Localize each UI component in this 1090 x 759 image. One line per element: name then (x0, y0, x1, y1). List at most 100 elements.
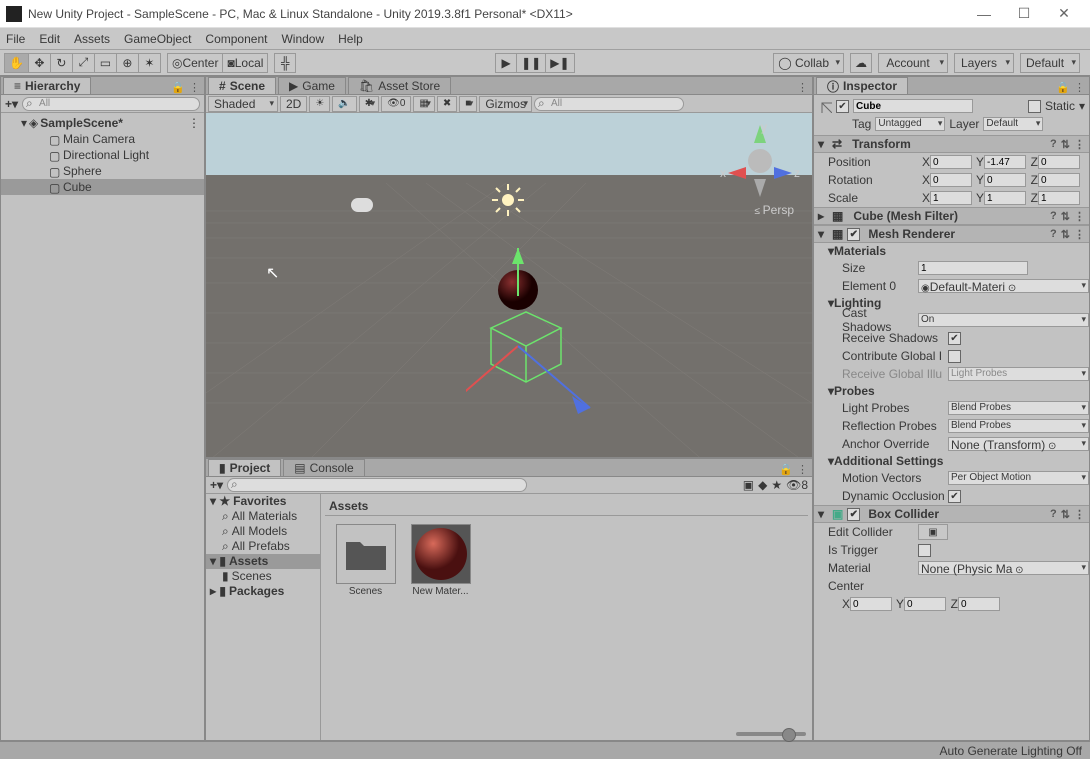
tab-game[interactable]: ▶Game (278, 77, 346, 94)
gizmos-dropdown[interactable]: Gizmos (479, 96, 532, 112)
hierarchy-item-selected[interactable]: ▢ Cube (1, 179, 204, 195)
asset-item-folder[interactable]: Scenes (333, 524, 398, 597)
tab-project[interactable]: ▮Project (208, 459, 281, 476)
hidden-toggle[interactable]: 👁0 (381, 96, 411, 112)
anchor-override-field[interactable]: None (Transform) ⊙ (948, 437, 1089, 451)
scl-z-input[interactable] (1038, 191, 1080, 205)
hidden-items-button[interactable]: 👁8 (786, 478, 808, 492)
projection-label[interactable]: ≤ Persp (754, 203, 794, 217)
camera-dropdown[interactable]: ■ (459, 96, 477, 112)
center-x-input[interactable] (850, 597, 892, 611)
hierarchy-item[interactable]: ▢ Main Camera (1, 131, 204, 147)
shading-mode-dropdown[interactable]: Shaded (208, 96, 278, 112)
pivot-local-button[interactable]: ◙Local (223, 53, 268, 73)
reflection-probes-dropdown[interactable]: Blend Probes (948, 419, 1089, 433)
pause-button[interactable]: ❚❚ (517, 53, 546, 73)
preset-icon[interactable]: ⇅ (1061, 508, 1070, 521)
rot-z-input[interactable] (1038, 173, 1080, 187)
gameobject-active-checkbox[interactable]: ✔ (836, 100, 849, 113)
search-by-type-button[interactable]: ▣ (743, 478, 754, 492)
menu-file[interactable]: File (6, 32, 25, 46)
inspector-menu-button[interactable]: ⋮ (1074, 81, 1085, 94)
rot-x-input[interactable] (930, 173, 972, 187)
menu-component[interactable]: Component (205, 32, 267, 46)
cast-shadows-dropdown[interactable]: On (918, 313, 1089, 327)
motion-vectors-dropdown[interactable]: Per Object Motion (948, 471, 1089, 485)
asset-item-material[interactable]: New Mater... (408, 524, 473, 597)
grid-size-slider[interactable] (736, 732, 806, 736)
component-menu-button[interactable]: ⋮ (1074, 508, 1085, 521)
lighting-toggle[interactable]: ☀ (309, 96, 330, 112)
tools-toggle[interactable]: ✖ (437, 96, 457, 112)
hierarchy-create-button[interactable]: +▾ (5, 97, 18, 111)
layer-dropdown[interactable]: Default (983, 117, 1043, 131)
foldout-icon[interactable]: ▾ (21, 116, 27, 130)
receive-shadows-checkbox[interactable]: ✔ (948, 332, 961, 345)
tab-asset-store[interactable]: 🛍Asset Store (348, 77, 451, 94)
help-icon[interactable]: ? (1050, 228, 1057, 241)
tab-inspector[interactable]: ⓘInspector (816, 77, 908, 94)
transform-tool-button[interactable]: ⊕ (117, 53, 139, 73)
menu-window[interactable]: Window (281, 32, 324, 46)
static-dropdown-icon[interactable]: ▾ (1079, 99, 1085, 113)
layout-dropdown[interactable]: Default (1020, 53, 1080, 73)
scl-y-input[interactable] (984, 191, 1026, 205)
light-probes-dropdown[interactable]: Blend Probes (948, 401, 1089, 415)
meshrenderer-component-header[interactable]: ▾▦ ✔ Mesh Renderer ?⇅⋮ (814, 225, 1089, 243)
pivot-center-button[interactable]: ◎Center (167, 53, 224, 73)
scene-menu-button[interactable]: ⋮ (797, 81, 808, 94)
contribute-gi-checkbox[interactable] (948, 350, 961, 363)
static-checkbox[interactable] (1028, 100, 1041, 113)
help-icon[interactable]: ? (1050, 508, 1057, 521)
grid-snap-button[interactable]: ╬ (274, 53, 296, 73)
project-create-button[interactable]: +▾ (210, 478, 223, 492)
project-search-input[interactable] (227, 478, 527, 492)
asset-folder-item[interactable]: ▮ Scenes (206, 569, 320, 584)
favorite-item[interactable]: ⌕ All Models (206, 524, 320, 539)
scene-viewport[interactable]: x y z ≤ Persp (206, 113, 812, 457)
preset-icon[interactable]: ⇅ (1061, 138, 1070, 151)
help-icon[interactable]: ? (1050, 138, 1057, 151)
preset-icon[interactable]: ⇅ (1061, 228, 1070, 241)
account-dropdown[interactable]: Account (878, 53, 948, 73)
preset-icon[interactable]: ⇅ (1061, 210, 1070, 223)
hierarchy-item[interactable]: ▢ Sphere (1, 163, 204, 179)
boxcollider-enabled-checkbox[interactable]: ✔ (847, 508, 860, 521)
help-icon[interactable]: ? (1050, 210, 1057, 223)
materials-size-input[interactable] (918, 261, 1028, 275)
is-trigger-checkbox[interactable] (918, 544, 931, 557)
tab-scene[interactable]: #Scene (208, 77, 276, 94)
packages-header[interactable]: ▸ ▮ Packages (206, 584, 320, 599)
inspector-lock-icon[interactable]: 🔒 (1056, 81, 1070, 94)
pos-x-input[interactable] (930, 155, 972, 169)
hierarchy-menu-button[interactable]: ⋮ (189, 81, 200, 94)
2d-toggle-button[interactable]: 2D (280, 96, 307, 112)
step-button[interactable]: ▶❚ (546, 53, 574, 73)
cloud-button[interactable]: ☁ (850, 53, 872, 73)
hand-tool-button[interactable]: ✋ (4, 53, 29, 73)
center-y-input[interactable] (904, 597, 946, 611)
save-search-button[interactable]: ★ (771, 478, 782, 492)
assets-header[interactable]: ▾ ▮ Assets (206, 554, 320, 569)
menu-edit[interactable]: Edit (39, 32, 60, 46)
transform-component-header[interactable]: ▾⇄ Transform ?⇅⋮ (814, 135, 1089, 153)
scale-tool-button[interactable]: ⤢ (73, 53, 95, 73)
fx-toggle[interactable]: ✱ (359, 96, 379, 112)
custom-tool-button[interactable]: ✶ (139, 53, 161, 73)
favorites-header[interactable]: ▾ ★ Favorites (206, 494, 320, 509)
rect-tool-button[interactable]: ▭ (95, 53, 117, 73)
component-menu-button[interactable]: ⋮ (1074, 210, 1085, 223)
hierarchy-item[interactable]: ▢ Directional Light (1, 147, 204, 163)
gameobject-name-input[interactable] (853, 99, 973, 113)
menu-help[interactable]: Help (338, 32, 363, 46)
maximize-button[interactable]: ☐ (1004, 5, 1044, 22)
favorite-item[interactable]: ⌕ All Prefabs (206, 539, 320, 554)
tab-console[interactable]: ▤Console (283, 459, 364, 476)
scene-search-input[interactable]: All (534, 97, 684, 111)
pos-z-input[interactable] (1038, 155, 1080, 169)
lighting-status-text[interactable]: Auto Generate Lighting Off (939, 744, 1082, 758)
audio-toggle[interactable]: 🔈 (332, 96, 356, 112)
play-button[interactable]: ▶ (495, 53, 517, 73)
camera-settings[interactable]: ▦ (413, 96, 434, 112)
collab-dropdown[interactable]: ◯ Collab (773, 53, 844, 73)
